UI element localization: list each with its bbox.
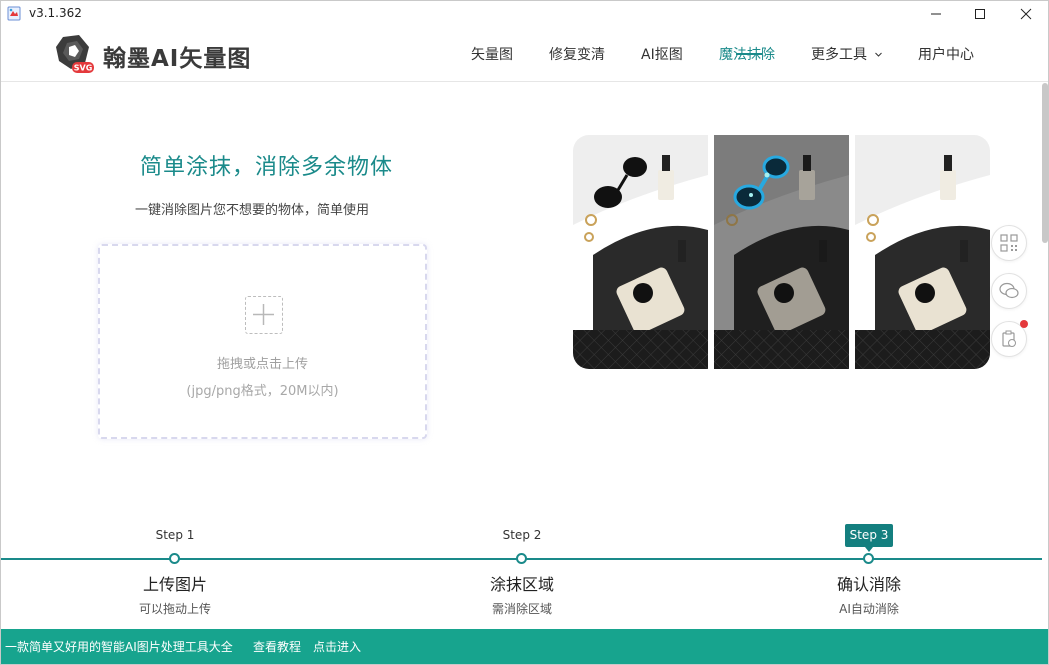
nav-restore[interactable]: 修复变清 — [549, 44, 605, 64]
page-subtitle: 一键消除图片您不想要的物体，简单使用 — [135, 203, 370, 218]
minimize-button[interactable] — [913, 1, 959, 27]
maximize-button[interactable] — [957, 1, 1003, 27]
chevron-down-icon — [875, 52, 883, 57]
upload-dropzone[interactable]: 拖拽或点击上传 (jpg/png格式，20M以内) — [98, 244, 427, 439]
step-3-badge: Step 3 — [845, 524, 893, 552]
scrollbar-thumb[interactable] — [1042, 83, 1048, 243]
wechat-icon — [999, 282, 1019, 299]
qrcode-icon — [1000, 234, 1018, 252]
version-label: v3.1.362 — [29, 6, 82, 20]
clipboard-icon — [1002, 330, 1016, 347]
step-2-title: 涂抹区域 — [489, 575, 554, 594]
notification-dot — [1020, 320, 1028, 328]
step-3-desc: AI自动消除 — [839, 602, 899, 616]
step-1-desc: 可以拖动上传 — [138, 602, 211, 616]
step-3-dot — [863, 553, 874, 564]
footer-tagline: 一款简单又好用的智能AI图片处理工具大全 — [5, 640, 233, 654]
brand-name: 翰墨AI矢量图 — [103, 46, 252, 72]
step-1-title: 上传图片 — [142, 575, 207, 594]
logo-badge: SVG — [74, 64, 93, 73]
step-2-dot — [516, 553, 527, 564]
step-2-label: Step 2 — [502, 528, 542, 542]
minimize-icon — [931, 13, 941, 15]
app-window: v3.1.362 SVG 翰墨AI矢量图 矢量图 修复变清 AI抠图 魔法抹除 … — [0, 0, 1049, 665]
logo-icon: SVG — [56, 35, 94, 73]
nav-vector[interactable]: 矢量图 — [471, 44, 513, 64]
upload-hint: 拖拽或点击上传 — [216, 357, 308, 372]
app-icon — [7, 6, 21, 21]
nav-active-indicator — [736, 53, 762, 55]
close-button[interactable] — [1003, 1, 1048, 27]
app-header: SVG 翰墨AI矢量图 矢量图 修复变清 AI抠图 魔法抹除 更多工具 用户中心 — [1, 27, 1048, 82]
enter-link[interactable]: 点击进入 — [313, 638, 361, 655]
nav-ai-cutout[interactable]: AI抠图 — [641, 44, 683, 64]
maximize-icon — [975, 9, 985, 19]
step-1-dot — [169, 553, 180, 564]
qrcode-button[interactable] — [991, 225, 1027, 261]
upload-format-hint: (jpg/png格式，20M以内) — [186, 384, 339, 399]
page-title: 简单涂抹，消除多余物体 — [140, 155, 394, 180]
plus-icon — [245, 296, 283, 334]
step-2-desc: 需消除区域 — [491, 602, 552, 616]
close-icon — [1020, 8, 1032, 20]
showcase-image — [573, 135, 990, 369]
step-1-label: Step 1 — [155, 528, 195, 542]
nav-more-tools-label: 更多工具 — [811, 47, 867, 63]
title-bar: v3.1.362 — [1, 1, 1048, 27]
nav-user-center[interactable]: 用户中心 — [918, 44, 974, 64]
nav-more-tools[interactable]: 更多工具 — [811, 44, 883, 64]
wechat-button[interactable] — [991, 273, 1027, 309]
step-3-title: 确认消除 — [836, 575, 901, 594]
footer-bar: 一款简单又好用的智能AI图片处理工具大全 查看教程 点击进入 — [1, 629, 1048, 664]
tutorial-link[interactable]: 查看教程 — [253, 638, 301, 655]
